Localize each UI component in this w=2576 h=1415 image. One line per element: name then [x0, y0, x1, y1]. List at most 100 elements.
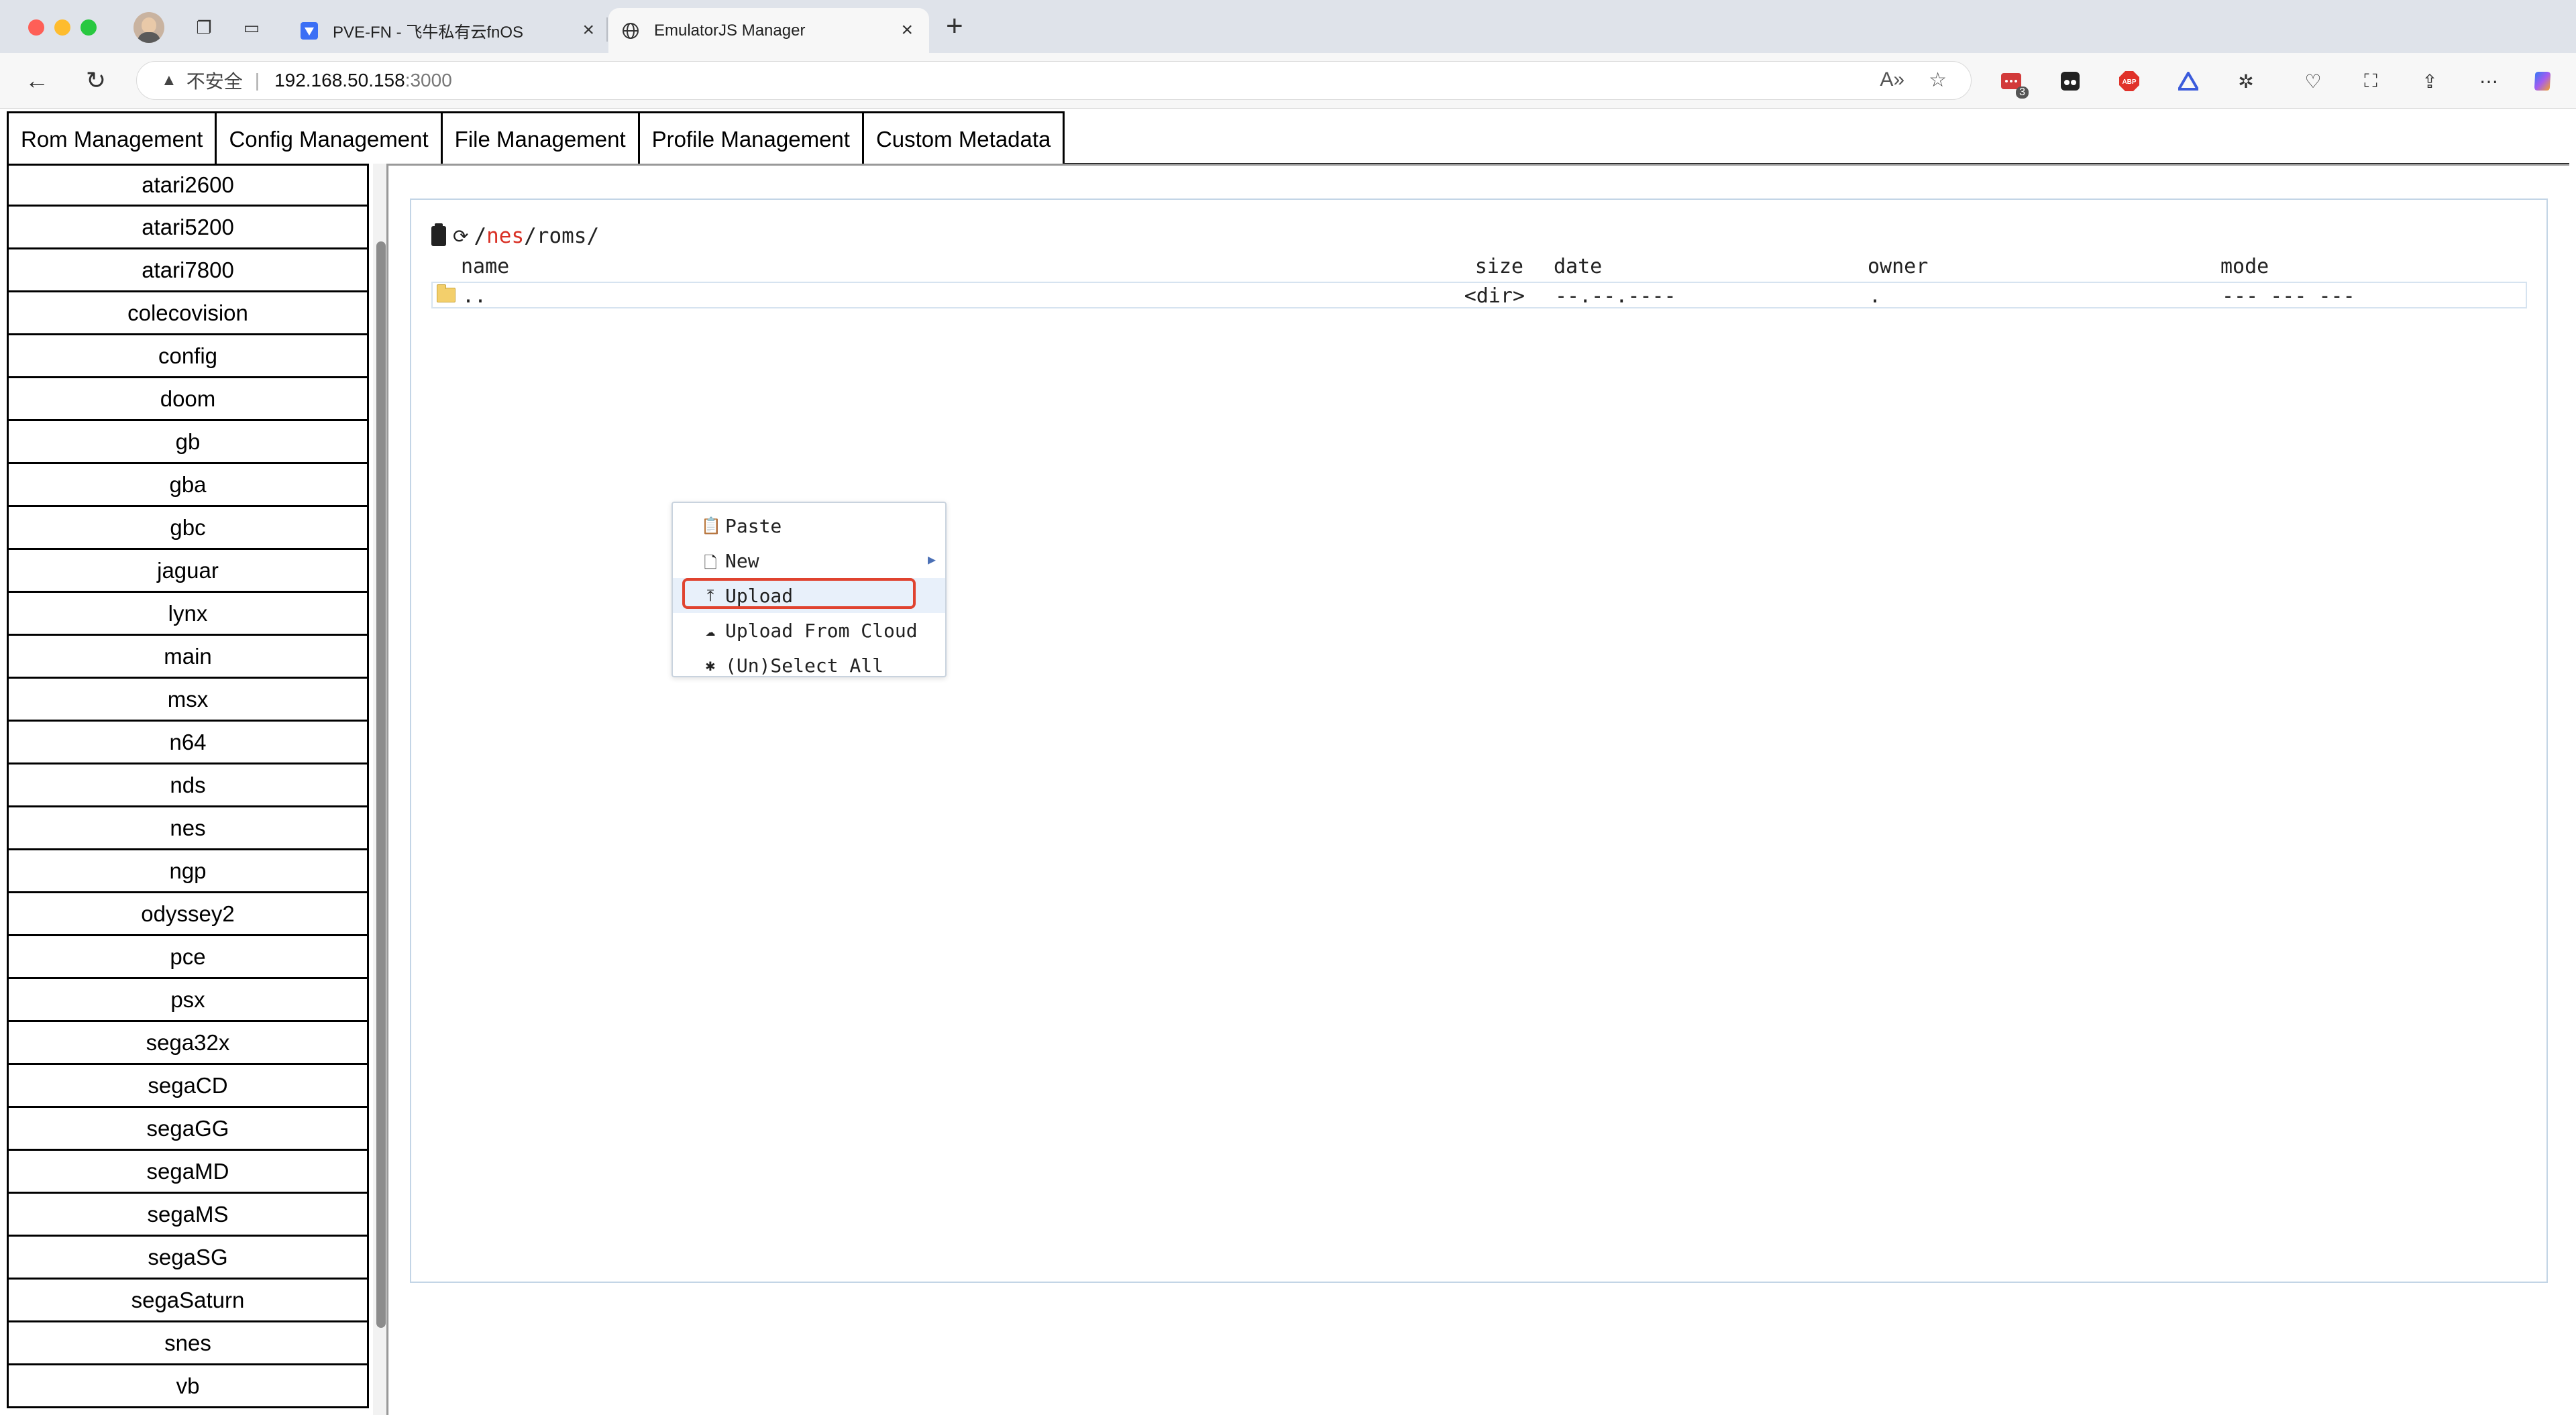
share-icon[interactable]: ⇪ — [2415, 66, 2445, 96]
file-owner: . — [1869, 284, 1882, 308]
menu-item-paste[interactable]: 📋 Paste — [673, 508, 945, 543]
sidebar-item[interactable]: config — [7, 335, 369, 378]
menu-item-select-all[interactable]: ✱ (Un)Select All — [673, 648, 945, 683]
browser-essentials-icon[interactable]: ♡ — [2298, 66, 2328, 96]
read-aloud-icon[interactable]: A» — [1880, 68, 1904, 92]
new-file-icon: 🗋 — [704, 553, 717, 572]
window-minimize-button[interactable] — [54, 19, 70, 36]
sidebar-item[interactable]: segaSG — [7, 1237, 369, 1280]
address-separator: | — [254, 70, 260, 91]
window-close-button[interactable] — [28, 19, 44, 36]
sidebar-item[interactable]: atari2600 — [7, 164, 369, 207]
sidebar-item[interactable]: ngp — [7, 850, 369, 893]
reload-icon[interactable]: ↻ — [80, 65, 111, 96]
column-size[interactable]: size — [1450, 255, 1523, 278]
upload-icon: ⤒ — [706, 586, 714, 605]
copilot-icon[interactable] — [2528, 66, 2557, 96]
column-mode[interactable]: mode — [2220, 255, 2269, 278]
sidebar-item[interactable]: nes — [7, 807, 369, 850]
sidebar-item[interactable]: doom — [7, 378, 369, 421]
sidebar-item[interactable]: segaMD — [7, 1151, 369, 1194]
sidebar-item[interactable]: segaCD — [7, 1065, 369, 1108]
back-arrow-icon[interactable]: ← — [21, 65, 52, 96]
extension-tampermonkey-icon[interactable] — [2055, 66, 2085, 96]
refresh-icon[interactable]: ⟳ — [453, 225, 468, 247]
extension-badge: 3 — [2016, 87, 2029, 99]
sidebar-scrollbar[interactable] — [376, 241, 386, 1328]
address-bar[interactable]: ▲ 不安全 | 192.168.50.158 :3000 A» ☆ — [136, 61, 1972, 100]
window-zoom-button[interactable] — [80, 19, 97, 36]
profile-avatar[interactable] — [133, 12, 164, 43]
sidebar-item[interactable]: segaMS — [7, 1194, 369, 1237]
sidebar-item[interactable]: vb — [7, 1365, 369, 1408]
globe-icon — [621, 21, 641, 41]
sidebar-item[interactable]: atari7800 — [7, 249, 369, 292]
paste-icon: 📋 — [701, 516, 721, 535]
nav-rom-management[interactable]: Rom Management — [7, 111, 217, 165]
sidebar-item[interactable]: gbc — [7, 507, 369, 550]
column-owner[interactable]: owner — [1868, 255, 1928, 278]
menu-item-label: Upload — [725, 584, 794, 607]
sidebar-item[interactable]: gb — [7, 421, 369, 464]
column-name[interactable]: name — [461, 255, 509, 278]
sidebar-item[interactable]: sega32x — [7, 1022, 369, 1065]
sidebar-item[interactable]: atari5200 — [7, 207, 369, 249]
folder-sidebar: atari2600 atari5200 atari7800 colecovisi… — [7, 164, 369, 1415]
sidebar-item[interactable]: snes — [7, 1322, 369, 1365]
path-segment-roms[interactable]: /roms/ — [524, 224, 599, 248]
breadcrumb: ⟳ / nes/roms/ — [431, 223, 599, 248]
menu-item-label: (Un)Select All — [725, 654, 884, 677]
sidebar-item[interactable]: psx — [7, 979, 369, 1022]
sidebar-item[interactable]: segaGG — [7, 1108, 369, 1151]
cloud-upload-icon: ☁ — [705, 621, 716, 640]
sidebar-item[interactable]: segaSaturn — [7, 1280, 369, 1322]
new-tab-button[interactable]: + — [946, 9, 963, 43]
menu-item-label: New — [725, 549, 759, 572]
url-port: :3000 — [405, 70, 452, 91]
nav-file-management[interactable]: File Management — [442, 111, 640, 165]
warning-icon[interactable]: ▲ — [161, 71, 177, 90]
sidebar-item[interactable]: odyssey2 — [7, 893, 369, 936]
more-menu-icon[interactable]: ⋯ — [2474, 66, 2504, 96]
file-row-parent-dir[interactable]: .. <dir> --.--.---- . --- --- --- — [431, 282, 2527, 308]
clipboard-icon[interactable] — [431, 223, 446, 246]
submenu-arrow-icon: ▶ — [927, 551, 936, 567]
tab-close-icon[interactable]: × — [901, 19, 913, 42]
url-host: 192.168.50.158 — [274, 70, 405, 91]
adblock-plus-icon[interactable]: ABP — [2114, 66, 2144, 96]
context-menu: 📋 Paste 🗋 New ▶ ⤒ Upload ☁ Upload From C… — [672, 502, 947, 677]
path-root[interactable]: / — [474, 224, 486, 248]
sidebar-item[interactable]: lynx — [7, 593, 369, 636]
file-manager-panel: ⟳ / nes/roms/ name size date owner mode .… — [410, 199, 2548, 1283]
screenshot-icon[interactable]: ⛶ — [2356, 66, 2385, 96]
nav-profile-management[interactable]: Profile Management — [639, 111, 864, 165]
nav-custom-metadata[interactable]: Custom Metadata — [863, 111, 1065, 165]
folder-icon — [437, 284, 455, 302]
extension-triangle-icon[interactable] — [2174, 66, 2203, 96]
sidebar-item[interactable]: colecovision — [7, 292, 369, 335]
path-segment-nes[interactable]: nes — [486, 224, 524, 248]
sidebar-item[interactable]: nds — [7, 765, 369, 807]
favorite-star-icon[interactable]: ☆ — [1929, 68, 1947, 92]
column-date[interactable]: date — [1554, 255, 1602, 278]
menu-item-new[interactable]: 🗋 New ▶ — [673, 543, 945, 578]
sidebar-item[interactable]: jaguar — [7, 550, 369, 593]
tab-close-icon[interactable]: × — [582, 19, 594, 42]
sidebar-item[interactable]: main — [7, 636, 369, 679]
tab-pve-fn[interactable]: PVE-FN - 飞牛私有云fnOS × — [290, 8, 610, 53]
sidebar-item[interactable]: gba — [7, 464, 369, 507]
sidebar-item[interactable]: n64 — [7, 722, 369, 765]
security-label[interactable]: 不安全 — [186, 67, 243, 94]
nav-config-management[interactable]: Config Management — [217, 111, 443, 165]
menu-item-upload[interactable]: ⤒ Upload — [673, 578, 945, 613]
extensions-puzzle-icon[interactable]: ✲ — [2231, 66, 2261, 96]
tab-actions-icon[interactable]: ▭ — [239, 15, 264, 40]
tab-title: PVE-FN - 飞牛私有云fnOS — [333, 23, 524, 42]
tab-emulatorjs-manager[interactable]: EmulatorJS Manager × — [608, 8, 929, 53]
workspaces-icon[interactable]: ❐ — [191, 15, 217, 40]
sidebar-item[interactable]: pce — [7, 936, 369, 979]
sidebar-item[interactable]: msx — [7, 679, 369, 722]
extension-red-icon[interactable]: 3 — [1996, 66, 2029, 99]
file-list-header: name size date owner mode — [431, 253, 2527, 278]
menu-item-upload-from-cloud[interactable]: ☁ Upload From Cloud — [673, 613, 945, 648]
